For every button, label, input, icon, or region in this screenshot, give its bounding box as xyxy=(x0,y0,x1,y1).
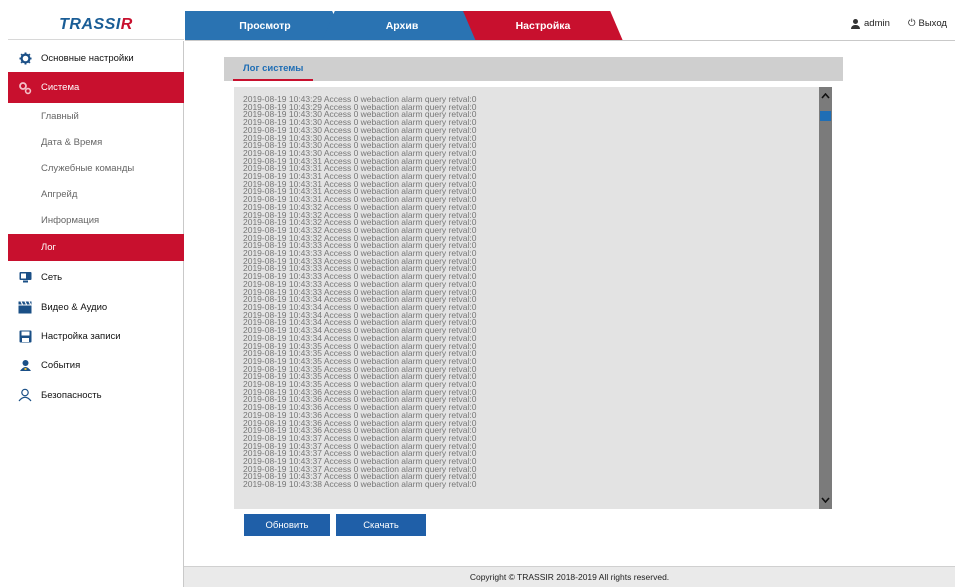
logout-button[interactable]: ⏻ Выход xyxy=(908,18,947,29)
scrollbar-thumb[interactable] xyxy=(820,111,831,121)
log-panel-header xyxy=(224,57,843,81)
logo-area: TRASSIR xyxy=(8,10,184,40)
footer: Copyright © TRASSIR 2018-2019 All rights… xyxy=(184,566,955,587)
sidebar-subitem-upgrade[interactable]: Апгрейд xyxy=(8,181,184,207)
log-scrollbar[interactable] xyxy=(819,87,832,509)
gear-icon xyxy=(18,51,32,65)
user-name: admin xyxy=(864,18,890,29)
refresh-button-label: Обновить xyxy=(265,519,309,531)
scroll-up-icon[interactable] xyxy=(819,89,832,103)
sidebar: Основные настройки Система Главный Дата … xyxy=(8,41,184,587)
sidebar-item-events[interactable]: События xyxy=(8,351,184,379)
system-gears-icon xyxy=(18,81,32,95)
sidebar-item-label: Настройка записи xyxy=(41,330,121,342)
sidebar-subitem-service-commands[interactable]: Служебные команды xyxy=(8,155,184,181)
log-lines: 2019-08-19 10:43:29 Access 0 webaction a… xyxy=(243,95,813,490)
event-person-icon xyxy=(18,358,32,372)
scroll-down-icon[interactable] xyxy=(819,493,832,507)
sidebar-subitem-datetime[interactable]: Дата & Время xyxy=(8,129,184,155)
refresh-button[interactable]: Обновить xyxy=(244,514,330,536)
tab-system-log-label: Лог системы xyxy=(243,62,304,74)
sidebar-subitem-label: Служебные команды xyxy=(41,162,135,174)
network-icon xyxy=(18,270,32,284)
clapperboard-icon xyxy=(18,300,32,314)
logout-label: Выход xyxy=(918,18,947,29)
sidebar-subitem-info[interactable]: Информация xyxy=(8,207,184,233)
log-line: 2019-08-19 10:43:38 Access 0 webaction a… xyxy=(243,479,477,490)
sidebar-subitem-log[interactable]: Лог xyxy=(8,234,184,261)
trassir-logo: TRASSIR xyxy=(59,15,133,33)
download-button[interactable]: Скачать xyxy=(336,514,426,536)
floppy-icon xyxy=(18,329,32,343)
tab-system-log[interactable]: Лог системы xyxy=(233,57,314,81)
tab-view-label: Просмотр xyxy=(239,20,291,32)
sidebar-item-basic-settings[interactable]: Основные настройки xyxy=(8,44,184,72)
sidebar-item-label: Система xyxy=(41,82,80,93)
sidebar-item-security[interactable]: Безопасность xyxy=(8,381,184,409)
sidebar-item-label: События xyxy=(41,359,81,371)
sidebar-subitem-label: Главный xyxy=(41,110,79,122)
sidebar-item-system[interactable]: Система xyxy=(8,72,184,103)
sidebar-subitem-main[interactable]: Главный xyxy=(8,103,184,129)
sidebar-item-label: Основные настройки xyxy=(41,52,134,64)
sidebar-subitem-label: Дата & Время xyxy=(41,136,103,148)
sidebar-item-label: Сеть xyxy=(41,271,63,283)
user-icon xyxy=(850,18,860,29)
power-icon: ⏻ xyxy=(908,18,916,29)
user-menu[interactable]: admin xyxy=(850,18,890,29)
tab-settings[interactable]: Настройка xyxy=(463,11,623,41)
sidebar-item-video-audio[interactable]: Видео & Аудио xyxy=(8,293,184,321)
tab-settings-label: Настройка xyxy=(515,20,571,32)
sidebar-item-recording[interactable]: Настройка записи xyxy=(8,322,184,350)
tab-archive-label: Архив xyxy=(385,20,419,32)
sidebar-item-network[interactable]: Сеть xyxy=(8,263,184,291)
copyright-text: Copyright © TRASSIR 2018-2019 All rights… xyxy=(469,572,670,582)
sidebar-item-label: Безопасность xyxy=(41,389,102,401)
sidebar-item-label: Видео & Аудио xyxy=(41,301,108,313)
tab-view[interactable]: Просмотр xyxy=(185,11,345,41)
download-button-label: Скачать xyxy=(363,519,399,531)
tab-archive[interactable]: Архив xyxy=(322,11,482,41)
sidebar-subitem-label: Информация xyxy=(41,214,100,226)
log-textarea[interactable]: 2019-08-19 10:43:29 Access 0 webaction a… xyxy=(234,87,832,509)
sidebar-subitem-label: Лог xyxy=(41,242,56,253)
user-outline-icon xyxy=(18,388,32,402)
tabbar-divider xyxy=(185,40,955,41)
sidebar-subitem-label: Апгрейд xyxy=(41,188,78,200)
